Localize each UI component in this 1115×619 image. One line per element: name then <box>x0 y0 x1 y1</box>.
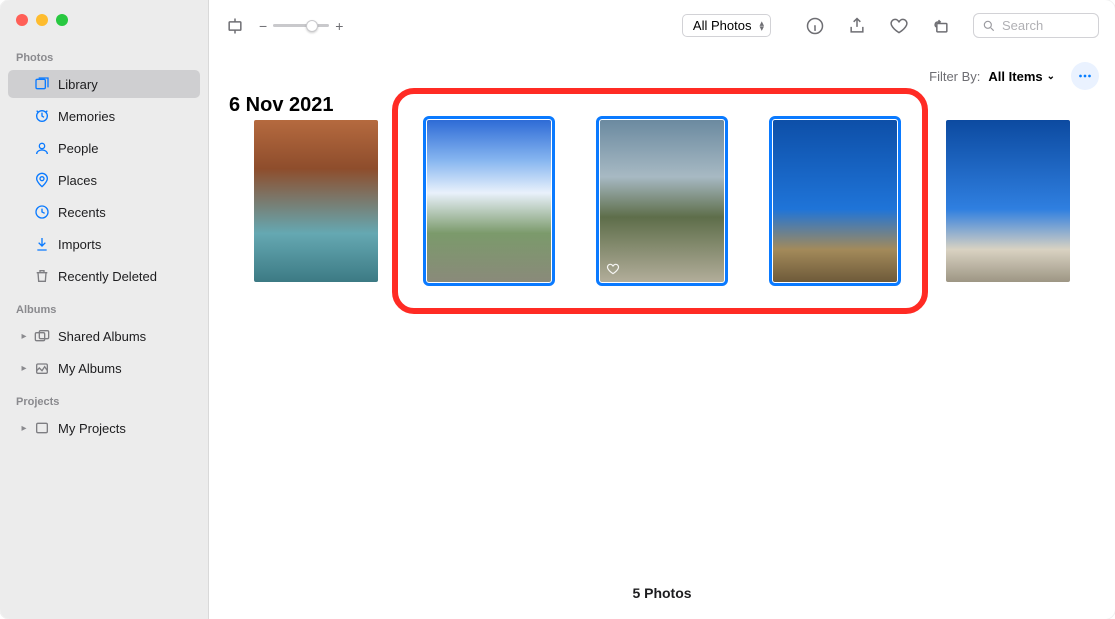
filter-by-value: All Items <box>988 69 1042 84</box>
fullscreen-window-button[interactable] <box>56 14 68 26</box>
trash-icon <box>32 268 52 284</box>
thumbnail-grid <box>229 120 1095 282</box>
photo-thumbnail-selected[interactable] <box>427 120 551 282</box>
sidebar-item-label: People <box>58 141 98 156</box>
sidebar-item-label: Shared Albums <box>58 329 146 344</box>
favorite-icon <box>606 262 620 276</box>
sidebar-item-label: Recents <box>58 205 106 220</box>
chevron-right-icon[interactable]: ▸ <box>18 423 30 434</box>
photo-count-footer: 5 Photos <box>209 585 1115 601</box>
favorite-button[interactable] <box>889 16 909 36</box>
filter-by-dropdown[interactable]: All Items ⌄ <box>988 69 1055 84</box>
sidebar-item-shared-albums[interactable]: ▸ Shared Albums <box>8 322 200 350</box>
minimize-window-button[interactable] <box>36 14 48 26</box>
photos-app-window: Photos Library Memories People <box>0 0 1115 619</box>
photo-thumbnail[interactable] <box>254 120 378 282</box>
zoom-in-button[interactable]: + <box>335 18 343 34</box>
places-icon <box>32 172 52 188</box>
view-mode-label: All Photos <box>693 18 752 33</box>
filter-row: Filter By: All Items ⌄ <box>209 52 1115 90</box>
share-button[interactable] <box>847 16 867 36</box>
sidebar: Photos Library Memories People <box>0 0 209 619</box>
sidebar-item-library[interactable]: Library <box>8 70 200 98</box>
search-icon <box>982 19 996 33</box>
recents-icon <box>32 204 52 220</box>
select-stepper-icon: ▴▾ <box>759 21 764 31</box>
sidebar-item-people[interactable]: People <box>8 134 200 162</box>
imports-icon <box>32 236 52 252</box>
people-icon <box>32 140 52 156</box>
zoom-out-button[interactable]: − <box>259 18 267 34</box>
chevron-right-icon[interactable]: ▸ <box>18 331 30 342</box>
sidebar-item-label: Places <box>58 173 97 188</box>
search-field[interactable] <box>973 13 1099 38</box>
sidebar-item-recently-deleted[interactable]: Recently Deleted <box>8 262 200 290</box>
zoom-slider-group: − + <box>259 18 343 34</box>
sidebar-item-label: Memories <box>58 109 115 124</box>
close-window-button[interactable] <box>16 14 28 26</box>
zoom-slider-knob[interactable] <box>306 20 318 32</box>
sidebar-item-memories[interactable]: Memories <box>8 102 200 130</box>
sidebar-section-photos: Photos <box>0 40 208 68</box>
my-projects-icon <box>32 420 52 436</box>
info-button[interactable] <box>805 16 825 36</box>
my-albums-icon <box>32 360 52 376</box>
chevron-right-icon[interactable]: ▸ <box>18 363 30 374</box>
sidebar-section-albums: Albums <box>0 292 208 320</box>
window-controls <box>0 0 208 40</box>
view-mode-select[interactable]: All Photos ▴▾ <box>682 14 771 37</box>
zoom-slider[interactable] <box>273 24 329 27</box>
sidebar-section-projects: Projects <box>0 384 208 412</box>
filter-by-label: Filter By: <box>929 69 980 84</box>
library-icon <box>32 76 52 92</box>
sidebar-item-label: My Projects <box>58 421 126 436</box>
shared-albums-icon <box>32 328 52 344</box>
content-area: 6 Nov 2021 5 Photos <box>209 90 1115 619</box>
chevron-down-icon: ⌄ <box>1047 71 1055 82</box>
photo-thumbnail-selected[interactable] <box>773 120 897 282</box>
more-options-button[interactable] <box>1071 62 1099 90</box>
toolbar: − + All Photos ▴▾ <box>209 0 1115 52</box>
aspect-crop-button[interactable] <box>225 16 245 36</box>
photo-thumbnail-selected[interactable] <box>600 120 724 282</box>
memories-icon <box>32 108 52 124</box>
sidebar-item-label: Library <box>58 77 98 92</box>
sidebar-item-recents[interactable]: Recents <box>8 198 200 226</box>
photo-thumbnail[interactable] <box>946 120 1070 282</box>
sidebar-item-label: My Albums <box>58 361 122 376</box>
sidebar-item-label: Recently Deleted <box>58 269 157 284</box>
sidebar-item-label: Imports <box>58 237 101 252</box>
main-area: − + All Photos ▴▾ <box>209 0 1115 619</box>
search-input[interactable] <box>1002 18 1090 33</box>
rotate-button[interactable] <box>931 16 951 36</box>
sidebar-item-places[interactable]: Places <box>8 166 200 194</box>
sidebar-item-imports[interactable]: Imports <box>8 230 200 258</box>
sidebar-item-my-projects[interactable]: ▸ My Projects <box>8 414 200 442</box>
date-heading: 6 Nov 2021 <box>229 94 334 117</box>
sidebar-item-my-albums[interactable]: ▸ My Albums <box>8 354 200 382</box>
